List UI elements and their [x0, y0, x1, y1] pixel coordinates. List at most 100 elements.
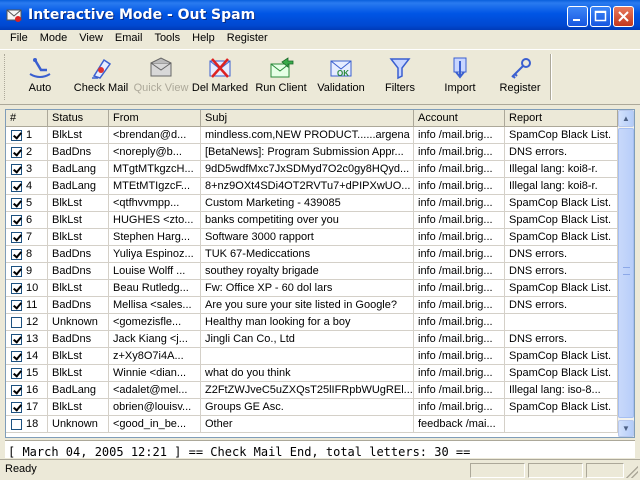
log-line: [ March 04, 2005 12:21 ] == Check Mail E…: [8, 445, 471, 458]
table-row[interactable]: 7 BlkLst Stephen Harg... Software 3000 rapp…: [6, 229, 618, 246]
cell-status: BlkLst: [48, 195, 109, 212]
cell-from: Jack Kiang <j...: [109, 331, 201, 348]
cell-from: <qtfhvvmpp...: [109, 195, 201, 212]
table-row[interactable]: 3 BadLang MTgtMTkgzcH... 9dD5wdfMxc7JxSDMyd…: [6, 161, 618, 178]
vertical-scrollbar[interactable]: ▲ ▼: [618, 110, 634, 437]
scroll-up-button[interactable]: ▲: [618, 110, 634, 127]
col-header-status[interactable]: Status: [48, 110, 109, 127]
maximize-button[interactable]: [590, 6, 611, 27]
cell-subj: Jingli Can Co., Ltd: [201, 331, 414, 348]
cell-subj: TUK 67-Medicсations: [201, 246, 414, 263]
check-mail-label: Check Mail: [73, 82, 129, 94]
auto-label: Auto: [28, 82, 52, 94]
cell-number: 14: [6, 348, 48, 365]
row-checkbox[interactable]: [11, 300, 22, 311]
row-checkbox[interactable]: [11, 402, 22, 413]
menu-mode[interactable]: Mode: [34, 30, 74, 48]
col-header-number[interactable]: #: [6, 110, 48, 127]
menu-file[interactable]: File: [0, 30, 34, 48]
close-button[interactable]: [613, 6, 634, 27]
row-checkbox[interactable]: [11, 198, 22, 209]
menu-help[interactable]: Help: [186, 30, 221, 48]
scroll-down-button[interactable]: ▼: [618, 420, 634, 437]
delete-marked-icon: [209, 58, 231, 78]
row-checkbox[interactable]: [11, 317, 22, 328]
row-checkbox[interactable]: [11, 334, 22, 345]
row-checkbox[interactable]: [11, 266, 22, 277]
cell-report: DNS errors.: [505, 144, 618, 161]
row-checkbox[interactable]: [11, 385, 22, 396]
table-row[interactable]: 18 Unknown <good_in_be... Other feedback /ma…: [6, 416, 618, 433]
cell-report: DNS errors.: [505, 246, 618, 263]
minimize-button[interactable]: [567, 6, 588, 27]
quick-view-button[interactable]: Quick View: [132, 52, 190, 102]
table-row[interactable]: 10 BlkLst Beau Rutledg... Fw: Office XP - 6…: [6, 280, 618, 297]
row-checkbox[interactable]: [11, 283, 22, 294]
row-number: 12: [26, 316, 39, 328]
scroll-thumb[interactable]: [618, 128, 634, 418]
del-marked-button[interactable]: Del Marked: [190, 52, 250, 102]
resize-grip[interactable]: [626, 466, 638, 478]
row-number: 7: [26, 231, 33, 243]
cell-account: info /mail.brig...: [414, 246, 505, 263]
cell-from: Louise Wolff ...: [109, 263, 201, 280]
cell-from: <adalet@mel...: [109, 382, 201, 399]
table-row[interactable]: 16 BadLang <adalet@mel... Z2FtZWJveC5uZXQsT…: [6, 382, 618, 399]
cell-from: <brendan@d...: [109, 127, 201, 144]
table-row[interactable]: 5 BlkLst <qtfhvvmpp... Custom Marketing - 4…: [6, 195, 618, 212]
cell-status: BlkLst: [48, 365, 109, 382]
menu-tools[interactable]: Tools: [148, 30, 186, 48]
auto-button[interactable]: Auto: [14, 52, 66, 102]
cell-subj: mindless.com,NEW PRODUCT......argena: [201, 127, 414, 144]
import-button[interactable]: Import: [436, 52, 484, 102]
menu-view[interactable]: View: [73, 30, 109, 48]
register-button[interactable]: Register: [494, 52, 546, 102]
col-header-report[interactable]: Report: [505, 110, 618, 127]
key-icon: [511, 58, 531, 79]
table-row[interactable]: 8 BadDns Yuliya Espinoz... TUK 67-Medicсati…: [6, 246, 618, 263]
table-row[interactable]: 13 BadDns Jack Kiang <j... Jingli Can Co., …: [6, 331, 618, 348]
col-header-from[interactable]: From: [109, 110, 201, 127]
col-header-subj[interactable]: Subj: [201, 110, 414, 127]
cell-subj: Software 3000 rapport: [201, 229, 414, 246]
row-number: 13: [26, 333, 39, 345]
cell-from: obrien@louisv...: [109, 399, 201, 416]
filters-button[interactable]: Filters: [376, 52, 424, 102]
row-checkbox[interactable]: [11, 130, 22, 141]
cell-number: 17: [6, 399, 48, 416]
run-client-button[interactable]: Run Client: [252, 52, 310, 102]
row-number: 17: [26, 401, 39, 413]
cell-subj: Healthy man looking for a boy: [201, 314, 414, 331]
row-checkbox[interactable]: [11, 419, 22, 430]
col-header-account[interactable]: Account: [414, 110, 505, 127]
table-row[interactable]: 11 BadDns Mellisa <sales... Are you sure yo…: [6, 297, 618, 314]
row-checkbox[interactable]: [11, 351, 22, 362]
check-mail-button[interactable]: Check Mail: [70, 52, 132, 102]
table-row[interactable]: 17 BlkLst obrien@louisv... Groups GE Asc. in…: [6, 399, 618, 416]
message-list[interactable]: # Status From Subj Account Report 1 BlkLs…: [5, 109, 635, 438]
row-checkbox[interactable]: [11, 368, 22, 379]
cell-report: DNS errors.: [505, 263, 618, 280]
row-checkbox[interactable]: [11, 215, 22, 226]
row-checkbox[interactable]: [11, 164, 22, 175]
row-checkbox[interactable]: [11, 147, 22, 158]
table-row[interactable]: 14 BlkLst z+Xy8O7i4A... info /mail.brig... S…: [6, 348, 618, 365]
table-row[interactable]: 15 BlkLst Winnie <dian... what do you think…: [6, 365, 618, 382]
quick-view-icon: [150, 57, 172, 77]
row-checkbox[interactable]: [11, 249, 22, 260]
table-row[interactable]: 1 BlkLst <brendan@d... mindless.com,NEW PRO…: [6, 127, 618, 144]
status-panel: [470, 463, 525, 478]
menu-register[interactable]: Register: [221, 30, 274, 48]
table-row[interactable]: 4 BadLang MTEtMTIgzcF... 8+nz9OXt4SDi4OT2RV…: [6, 178, 618, 195]
run-client-icon: [270, 57, 294, 78]
table-row[interactable]: 9 BadDns Louise Wolff ... southey royalty b…: [6, 263, 618, 280]
row-checkbox[interactable]: [11, 232, 22, 243]
cell-from: <gomezisfle...: [109, 314, 201, 331]
table-row[interactable]: 12 Unknown <gomezisfle... Healthy man looki…: [6, 314, 618, 331]
validation-button[interactable]: OK Validation: [312, 52, 370, 102]
menu-email[interactable]: Email: [109, 30, 149, 48]
table-row[interactable]: 6 BlkLst HUGHES <zto... banks competiting o…: [6, 212, 618, 229]
table-row[interactable]: 2 BadDns <noreply@b... [BetaNews]: Program …: [6, 144, 618, 161]
row-checkbox[interactable]: [11, 181, 22, 192]
toolbar-grip[interactable]: [4, 54, 7, 100]
